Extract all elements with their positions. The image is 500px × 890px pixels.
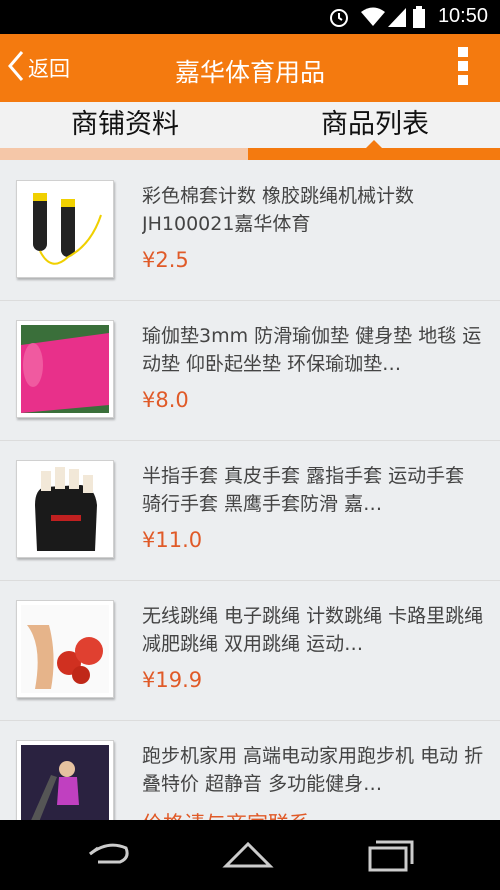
product-name: 跑步机家用 高端电动家用跑步机 电动 折叠特价 超静音 多功能健身… [142,745,484,795]
product-price: ¥2.5 [142,248,189,272]
product-image [16,740,114,820]
list-item[interactable]: 半指手套 真皮手套 露指手套 运动手套 骑行手套 黑鹰手套防滑 嘉… ¥11.0 [0,440,500,581]
wifi-icon [360,6,386,32]
product-image [16,180,114,278]
tab-indicator-notch [366,140,382,148]
product-image [16,460,114,558]
battery-icon [412,6,426,32]
tab-indicator-active [248,148,500,160]
product-image [16,320,114,418]
status-bar: 10:50 [0,0,500,34]
page-title: 嘉华体育用品 [174,58,325,87]
signal-icon [388,6,408,32]
alarm-icon [328,6,350,32]
product-name: 无线跳绳 电子跳绳 计数跳绳 卡路里跳绳 减肥跳绳 双用跳绳 运动… [142,605,484,655]
tab-indicator-inactive [0,148,248,160]
navigation-bar [0,820,500,890]
recents-icon [360,840,420,878]
list-item[interactable]: 彩色棉套计数 橡胶跳绳机械计数JH100021嘉华体育 ¥2.5 [0,160,500,301]
status-time: 10:50 [437,5,488,27]
product-price: ¥19.9 [142,668,203,692]
product-name: 彩色棉套计数 橡胶跳绳机械计数JH100021嘉华体育 [142,185,415,235]
product-image [16,600,114,698]
tab-store-info[interactable]: 商铺资料 [0,102,250,150]
nav-back-button[interactable] [78,834,138,874]
home-icon [218,841,278,878]
list-item[interactable]: 跑步机家用 高端电动家用跑步机 电动 折叠特价 超静音 多功能健身… 价格请与商… [0,720,500,820]
nav-recents-button[interactable] [360,834,420,874]
product-price: ¥11.0 [142,528,203,552]
list-item[interactable]: 瑜伽垫3mm 防滑瑜伽垫 健身垫 地毯 运动垫 仰卧起坐垫 环保瑜珈垫… ¥8.… [0,300,500,441]
action-bar: 返回 嘉华体育用品 [0,34,500,102]
product-price: ¥8.0 [142,388,189,412]
nav-home-button[interactable] [218,834,278,874]
more-vert-icon [456,47,470,85]
product-name: 半指手套 真皮手套 露指手套 运动手套 骑行手套 黑鹰手套防滑 嘉… [142,465,465,515]
list-item[interactable]: 无线跳绳 电子跳绳 计数跳绳 卡路里跳绳 减肥跳绳 双用跳绳 运动… ¥19.9 [0,580,500,721]
product-name: 瑜伽垫3mm 防滑瑜伽垫 健身垫 地毯 运动垫 仰卧起坐垫 环保瑜珈垫… [142,325,482,375]
back-arrow-icon [78,843,138,878]
product-price: 价格请与商家联系 [142,808,310,820]
overflow-menu-button[interactable] [456,47,470,91]
product-list: 彩色棉套计数 橡胶跳绳机械计数JH100021嘉华体育 ¥2.5 瑜伽垫3mm … [0,160,500,820]
